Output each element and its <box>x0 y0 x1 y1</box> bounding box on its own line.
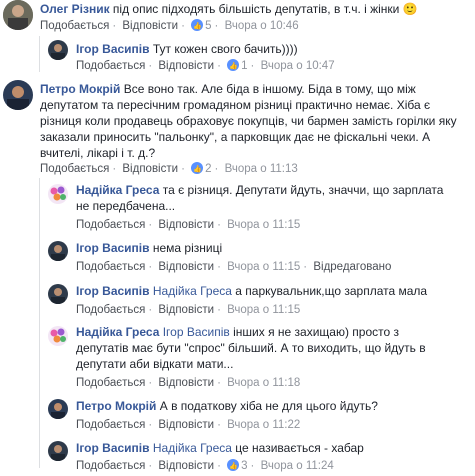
avatar[interactable] <box>48 326 68 346</box>
timestamp[interactable]: Вчора о 11:24 <box>261 460 334 472</box>
like-icon[interactable] <box>191 162 204 177</box>
mention-link[interactable]: Надійка Греса <box>153 284 232 298</box>
comment-text: це називається - хабар <box>231 441 364 455</box>
like-link[interactable]: Подобається <box>40 20 109 32</box>
comment-text-line: заказали приносить "пальонку", а парковщ… <box>40 130 431 144</box>
comment-8: Петро Мокрій А в податкову хіба не для ц… <box>0 398 475 436</box>
smile-emoji: 🙂 <box>402 2 418 16</box>
like-link[interactable]: Подобається <box>76 460 145 472</box>
like-link[interactable]: Подобається <box>76 219 145 231</box>
like-count[interactable]: 3 <box>241 460 247 472</box>
reply-link[interactable]: Відповісти <box>122 20 178 32</box>
comment-author[interactable]: Петро Мокрій <box>40 82 120 96</box>
comment-text-line: депутати аби відкати мати... <box>76 357 234 371</box>
mention-link[interactable]: Ігор Васипів <box>163 325 230 339</box>
comment-author[interactable]: Ігор Васипів <box>76 241 150 255</box>
timestamp[interactable]: Вчора о 11:13 <box>225 163 298 175</box>
reply-link[interactable]: Відповісти <box>158 219 214 231</box>
like-link[interactable]: Подобається <box>76 261 145 273</box>
comment-text-line: депутатів має бути "спрос" більший. А то… <box>76 341 426 355</box>
timestamp[interactable]: Вчора о 11:15 <box>227 261 300 273</box>
comment-text-line: Все воно так. Але біда в іншому. Біда в … <box>120 82 416 96</box>
comment-text-line: різниця коли продавець обраховує покупці… <box>40 114 457 128</box>
reply-link[interactable]: Відповісти <box>158 377 214 389</box>
avatar[interactable] <box>48 184 68 204</box>
edited-link[interactable]: Відредаговано <box>313 261 391 273</box>
avatar[interactable] <box>48 241 68 261</box>
comment-text-line: вчителі, лікарі і т. д.? <box>40 146 156 160</box>
comment-text-line: депутатом та пересічним громадяном різни… <box>40 98 431 112</box>
comment-7: Надійка Греса Ігор Васипів інших я не за… <box>0 324 475 392</box>
avatar[interactable] <box>48 441 68 461</box>
comment-2: Ігор Васипів Тут кожен свого бачить)))) … <box>0 38 475 74</box>
like-link[interactable]: Подобається <box>76 304 145 316</box>
timestamp[interactable]: Вчора о 10:46 <box>225 20 299 32</box>
comment-author[interactable]: Надійка Греса <box>76 325 159 339</box>
avatar[interactable] <box>48 284 68 304</box>
comment-3: Петро Мокрій Все воно так. Але біда в ін… <box>0 80 475 177</box>
avatar[interactable] <box>3 80 33 110</box>
avatar[interactable] <box>48 40 68 60</box>
comment-text: Тут кожен свого бачить)))) <box>149 42 298 56</box>
reply-link[interactable]: Відповісти <box>158 419 214 431</box>
like-link[interactable]: Подобається <box>40 163 109 175</box>
reply-link[interactable]: Відповісти <box>158 304 214 316</box>
comment-author[interactable]: Петро Мокрій <box>76 399 156 413</box>
like-link[interactable]: Подобається <box>76 419 145 431</box>
comment-4: Надійка Греса та є різниця. Депутати йду… <box>0 182 475 234</box>
comment-text-line: та є різниця. Депутати йдуть, значчи, що… <box>159 183 444 197</box>
avatar[interactable] <box>48 399 68 419</box>
timestamp[interactable]: Вчора о 11:15 <box>227 304 300 316</box>
comment-9: Ігор Васипів Надійка Греса це називаєтьс… <box>0 440 475 476</box>
comment-text-line: не передбачена... <box>76 199 176 213</box>
like-icon[interactable] <box>191 19 204 34</box>
comment-author[interactable]: Надійка Греса <box>76 183 159 197</box>
like-icon[interactable] <box>227 459 240 474</box>
comment-text: під опис підходять більшість депутатів, … <box>109 2 400 16</box>
timestamp[interactable]: Вчора о 11:18 <box>227 377 300 389</box>
comment-author[interactable]: Ігор Васипів <box>76 441 150 455</box>
comment-author[interactable]: Ігор Васипів <box>76 42 150 56</box>
comment-5: Ігор Васипів нема різниці Подобається · В… <box>0 240 475 278</box>
reply-link[interactable]: Відповісти <box>158 261 214 273</box>
comment-text-line: інших я не захищаю) просто з <box>229 325 400 339</box>
mention-link[interactable]: Надійка Греса <box>153 441 232 455</box>
timestamp[interactable]: Вчора о 10:47 <box>261 60 335 72</box>
comment-text: нема різниці <box>149 241 223 255</box>
avatar[interactable] <box>3 0 33 30</box>
reply-link[interactable]: Відповісти <box>122 163 178 175</box>
like-count[interactable]: 5 <box>205 20 211 32</box>
like-count[interactable]: 2 <box>205 163 211 175</box>
timestamp[interactable]: Вчора о 11:15 <box>227 219 300 231</box>
like-icon[interactable] <box>227 59 240 74</box>
comment-author[interactable]: Олег Різник <box>40 2 110 16</box>
timestamp[interactable]: Вчора о 11:22 <box>227 419 300 431</box>
like-link[interactable]: Подобається <box>76 60 145 72</box>
comment-text: А в податкову хіба не для цього йдуть? <box>156 399 378 413</box>
comment-1: Олег Різник під опис підходять більшість… <box>0 0 475 38</box>
reply-link[interactable]: Відповісти <box>158 60 214 72</box>
like-link[interactable]: Подобається <box>76 377 145 389</box>
like-count[interactable]: 1 <box>241 60 247 72</box>
comment-author[interactable]: Ігор Васипів <box>76 284 150 298</box>
reply-link[interactable]: Відповісти <box>158 460 214 472</box>
comment-text: а паркувальник,що зарплата мала <box>231 284 428 298</box>
comment-6: Ігор Васипів Надійка Греса а паркувальни… <box>0 283 475 321</box>
